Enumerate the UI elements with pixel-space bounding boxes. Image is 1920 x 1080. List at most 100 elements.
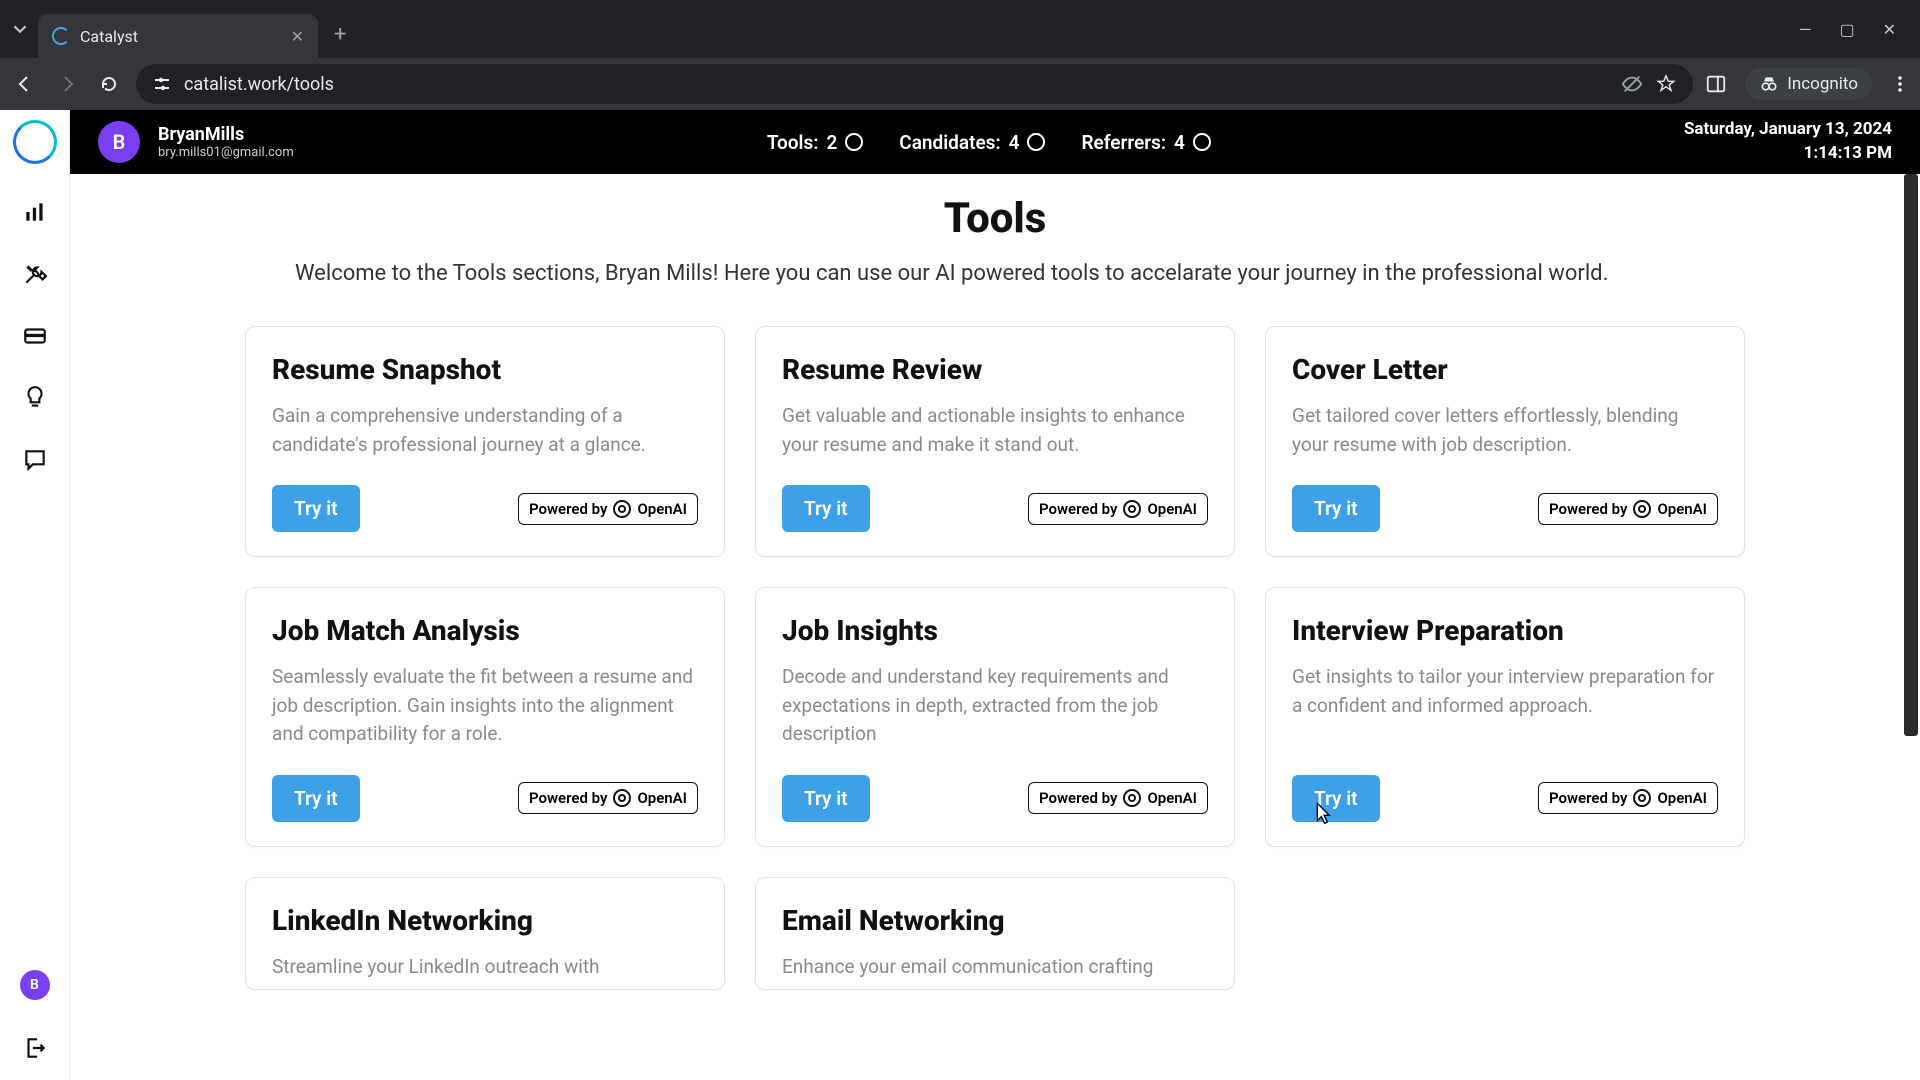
powered-by-brand: OpenAI	[1147, 789, 1197, 807]
coin-icon	[1027, 133, 1045, 151]
nav-logout-icon[interactable]	[21, 1034, 49, 1062]
back-button[interactable]	[10, 69, 40, 99]
incognito-icon	[1759, 74, 1779, 94]
page-title: Tools	[235, 194, 1755, 243]
powered-by-label: Powered by	[529, 500, 607, 518]
powered-by-brand: OpenAI	[1657, 500, 1707, 518]
coin-icon	[845, 133, 863, 151]
try-it-button[interactable]: Try it	[782, 485, 870, 532]
openai-icon	[613, 789, 631, 807]
side-panel-icon[interactable]	[1705, 73, 1727, 95]
scrollbar[interactable]	[1904, 174, 1918, 1080]
tab-close-icon[interactable]: ✕	[291, 27, 304, 46]
browser-menu-icon[interactable]	[1890, 74, 1910, 94]
site-settings-icon[interactable]	[152, 74, 172, 94]
browser-tab[interactable]: Catalyst ✕	[38, 14, 318, 58]
user-block: BryanMills bry.mills01@gmail.com	[158, 124, 294, 160]
nav-insights-icon[interactable]	[21, 384, 49, 412]
powered-by-badge: Powered by OpenAI	[1538, 782, 1718, 814]
url-text: catalist.work/tools	[184, 74, 334, 95]
scrollbar-thumb[interactable]	[1904, 174, 1918, 736]
header-date: Saturday, January 13, 2024	[1684, 118, 1892, 142]
new-tab-button[interactable]: +	[334, 22, 346, 47]
tool-card: Resume Review Get valuable and actionabl…	[755, 326, 1235, 557]
tool-card: Interview Preparation Get insights to ta…	[1265, 587, 1745, 847]
content-area: Tools Welcome to the Tools sections, Bry…	[70, 174, 1920, 1080]
openai-icon	[1123, 500, 1141, 518]
card-title: Resume Snapshot	[272, 353, 698, 386]
forward-button[interactable]	[52, 69, 82, 99]
reload-button[interactable]	[94, 69, 124, 99]
header-time: 1:14:13 PM	[1684, 142, 1892, 166]
stat-tools: Tools: 2	[767, 131, 863, 154]
card-description: Get tailored cover letters effortlessly,…	[1292, 402, 1718, 459]
card-description: Seamlessly evaluate the fit between a re…	[272, 663, 698, 749]
powered-by-badge: Powered by OpenAI	[1028, 493, 1208, 525]
card-title: Interview Preparation	[1292, 614, 1718, 647]
nav-user-avatar-initial: B	[30, 977, 39, 993]
stat-tools-value: 2	[826, 131, 837, 154]
stat-tools-label: Tools:	[767, 131, 819, 154]
tab-favicon-icon	[52, 27, 70, 45]
user-email: bry.mills01@gmail.com	[158, 145, 294, 160]
try-it-button[interactable]: Try it	[1292, 775, 1380, 822]
nav-tools-icon[interactable]	[21, 260, 49, 288]
eye-off-icon[interactable]	[1621, 73, 1643, 95]
openai-icon	[613, 500, 631, 518]
window-controls: ― ▢ ✕	[1799, 20, 1914, 39]
powered-by-badge: Powered by OpenAI	[518, 782, 698, 814]
try-it-button[interactable]: Try it	[782, 775, 870, 822]
app-root: B B BryanMills bry.mills01@gmail.com Too…	[0, 110, 1920, 1080]
stat-referrers-value: 4	[1174, 131, 1185, 154]
bookmark-star-icon[interactable]	[1655, 73, 1677, 95]
tool-card: Email Networking Enhance your email comm…	[755, 877, 1235, 991]
stat-referrers-label: Referrers:	[1081, 131, 1166, 154]
nav-billing-icon[interactable]	[21, 322, 49, 350]
powered-by-badge: Powered by OpenAI	[518, 493, 698, 525]
powered-by-label: Powered by	[529, 789, 607, 807]
powered-by-brand: OpenAI	[1147, 500, 1197, 518]
incognito-label: Incognito	[1787, 74, 1858, 94]
tool-card: Cover Letter Get tailored cover letters …	[1265, 326, 1745, 557]
tab-search-dropdown[interactable]	[6, 15, 34, 43]
tool-card: Resume Snapshot Gain a comprehensive und…	[245, 326, 725, 557]
nav-user-avatar[interactable]: B	[20, 970, 50, 1000]
powered-by-brand: OpenAI	[1657, 789, 1707, 807]
card-description: Enhance your email communication craftin…	[782, 953, 1208, 982]
minimize-icon[interactable]: ―	[1799, 20, 1812, 39]
nav-dashboard-icon[interactable]	[21, 198, 49, 226]
incognito-indicator[interactable]: Incognito	[1745, 68, 1872, 100]
user-name: BryanMills	[158, 124, 294, 145]
card-title: Job Match Analysis	[272, 614, 698, 647]
nav-messages-icon[interactable]	[21, 446, 49, 474]
stat-candidates: Candidates: 4	[899, 131, 1045, 154]
card-description: Decode and understand key requirements a…	[782, 663, 1208, 749]
card-title: Email Networking	[782, 904, 1208, 937]
main-column: B BryanMills bry.mills01@gmail.com Tools…	[70, 110, 1920, 1080]
header-stats: Tools: 2 Candidates: 4 Referrers: 4	[767, 131, 1211, 154]
coin-icon	[1193, 133, 1211, 151]
address-bar: catalist.work/tools Incognito	[0, 58, 1920, 110]
powered-by-label: Powered by	[1549, 500, 1627, 518]
url-input[interactable]: catalist.work/tools	[136, 64, 1693, 104]
try-it-button[interactable]: Try it	[272, 485, 360, 532]
stat-referrers: Referrers: 4	[1081, 131, 1210, 154]
card-title: Cover Letter	[1292, 353, 1718, 386]
card-description: Get insights to tailor your interview pr…	[1292, 663, 1718, 749]
powered-by-badge: Powered by OpenAI	[1028, 782, 1208, 814]
powered-by-label: Powered by	[1039, 500, 1117, 518]
left-nav-rail: B	[0, 110, 70, 1080]
close-window-icon[interactable]: ✕	[1883, 20, 1896, 39]
tab-title: Catalyst	[80, 27, 281, 46]
powered-by-badge: Powered by OpenAI	[1538, 493, 1718, 525]
tool-card: Job Match Analysis Seamlessly evaluate t…	[245, 587, 725, 847]
user-avatar[interactable]: B	[98, 121, 140, 163]
powered-by-brand: OpenAI	[637, 789, 687, 807]
card-title: Job Insights	[782, 614, 1208, 647]
maximize-icon[interactable]: ▢	[1839, 20, 1854, 39]
app-logo-icon[interactable]	[13, 120, 57, 164]
card-title: Resume Review	[782, 353, 1208, 386]
try-it-button[interactable]: Try it	[272, 775, 360, 822]
try-it-button[interactable]: Try it	[1292, 485, 1380, 532]
openai-icon	[1123, 789, 1141, 807]
